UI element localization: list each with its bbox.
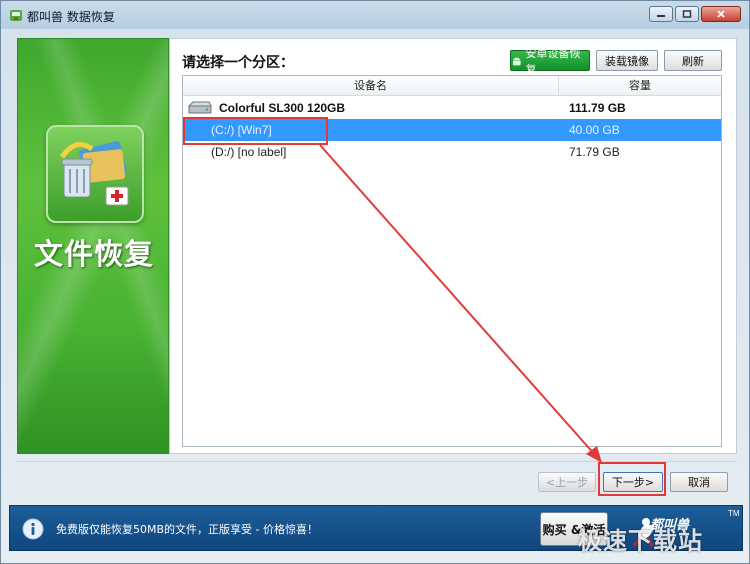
disk-row[interactable]: Colorful SL300 120GB 111.79 GB — [183, 97, 721, 119]
maximize-icon — [682, 10, 692, 18]
prev-button[interactable]: <上一步 — [538, 472, 596, 492]
android-recovery-label: 安卓设备恢复 — [525, 46, 581, 76]
cancel-button[interactable]: 取消 — [670, 472, 728, 492]
highlight-box-next — [598, 462, 666, 496]
title-bar: 都叫兽 数据恢复 — [1, 1, 749, 29]
close-icon — [717, 10, 725, 18]
hard-drive-icon — [187, 101, 212, 114]
partition-capacity: 40.00 GB — [569, 123, 620, 137]
column-header-capacity[interactable]: 容量 — [559, 76, 721, 95]
trademark-mark: TM — [728, 509, 740, 518]
recovery-icon — [46, 125, 144, 223]
highlight-box-partition — [183, 117, 328, 145]
main-panel: 请选择一个分区： 安卓设备恢复 装载镜像 刷新 设备名 容量 Colorful … — [169, 38, 737, 454]
close-button[interactable] — [701, 6, 741, 22]
sidebar-banner: 文件恢复 — [17, 38, 169, 454]
status-notice: 免费版仅能恢复50MB的文件，正版享受 - 价格惊喜！ — [56, 523, 318, 536]
mount-image-button[interactable]: 装载镜像 — [596, 50, 658, 71]
refresh-button[interactable]: 刷新 — [664, 50, 722, 71]
android-recovery-button[interactable]: 安卓设备恢复 — [510, 47, 590, 76]
column-header-device[interactable]: 设备名 — [183, 76, 559, 95]
android-icon — [512, 57, 521, 65]
window-controls — [649, 6, 741, 22]
disk-name: Colorful SL300 120GB — [219, 101, 346, 115]
maximize-button[interactable] — [675, 6, 699, 22]
partition-name: (D:/) [no label] — [211, 145, 287, 159]
partition-capacity: 71.79 GB — [569, 145, 620, 159]
page-title: 请选择一个分区： — [182, 55, 294, 71]
app-icon — [10, 10, 22, 21]
sidebar-title: 文件恢复 — [33, 237, 154, 271]
window-title: 都叫兽 数据恢复 — [27, 10, 115, 24]
info-icon — [22, 518, 44, 540]
minimize-button[interactable] — [649, 6, 673, 22]
minimize-icon — [657, 15, 665, 17]
table-header: 设备名 容量 — [183, 76, 721, 96]
disk-capacity: 111.79 GB — [569, 101, 626, 115]
watermark: 极速下载站 — [578, 527, 703, 555]
